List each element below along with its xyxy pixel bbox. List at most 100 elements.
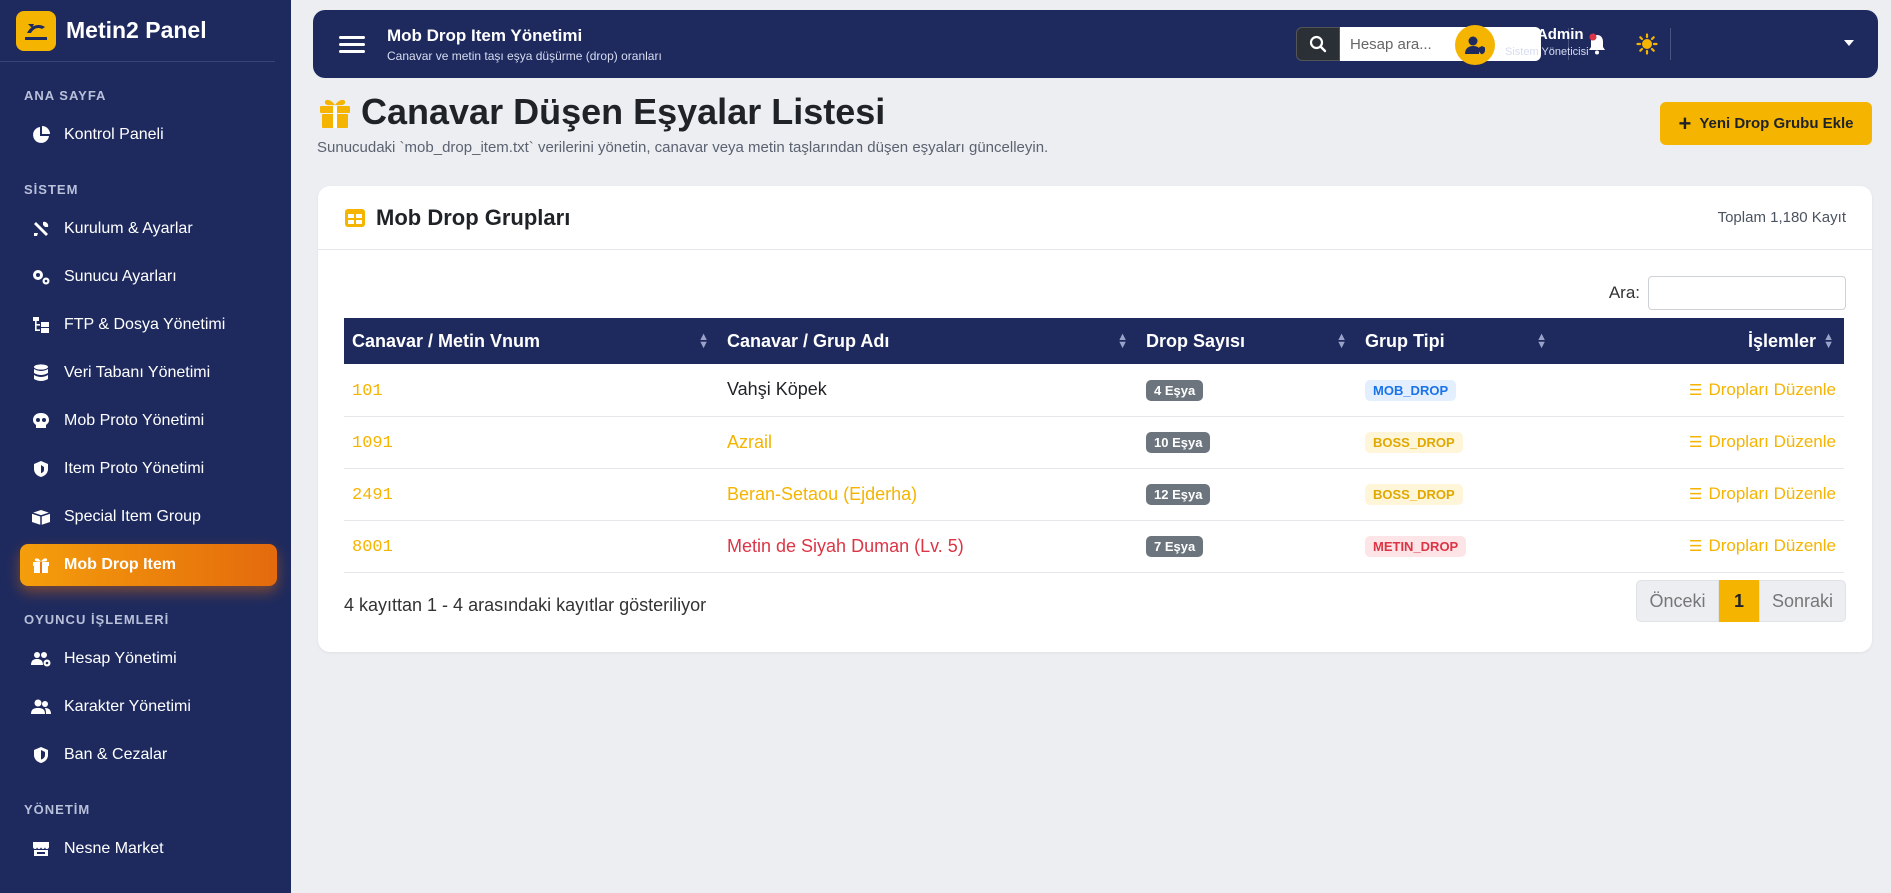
vnum: 101 [352,381,383,401]
column-header-name[interactable]: Canavar / Grup Adı ▲ ▼ [719,318,1138,364]
actions-cell: ☰ Dropları Düzenle [1557,416,1844,469]
actions-cell: ☰ Dropları Düzenle [1557,520,1844,573]
page-title: Canavar Düşen Eşyalar Listesi [361,91,886,132]
group-name: Azrail [727,431,773,452]
notification-bell-icon[interactable] [1585,32,1609,56]
name-cell: Beran-Setaou (Ejderha) [719,468,1138,521]
sidebar-item-label: Hesap Yönetimi [64,650,177,667]
skull-icon [30,410,52,432]
sidebar-item-veri-taban-y-netimi[interactable]: Veri Tabanı Yönetimi [20,352,277,394]
edit-drops-label: Dropları Düzenle [1708,432,1836,451]
store-icon [30,838,52,860]
group-type-cell: MOB_DROP [1357,364,1557,417]
drop-count-badge: 4 Eşya [1146,379,1204,401]
user-menu-caret-icon[interactable] [1844,40,1854,46]
pagination-prev[interactable]: Önceki [1636,580,1719,622]
sidebar-section-label: SİSTEM [24,182,79,197]
sidebar-item-kontrol-paneli[interactable]: Kontrol Paneli [20,114,277,156]
theme-sun-icon[interactable] [1635,32,1659,56]
sidebar-item-label: FTP & Dosya Yönetimi [64,316,226,333]
user-friends-icon [30,696,52,718]
pagination-next[interactable]: Sonraki [1759,580,1846,622]
sidebar-item-sunucu-ayarlar[interactable]: Sunucu Ayarları [20,256,277,298]
table-body: 101 Vahşi Köpek 4 Eşya MOB_DROP ☰ Dropları Dü… [344,364,1844,573]
drop-count-badge: 7 Eşya [1146,536,1204,557]
user-role: Sistem Yöneticisi [1505,46,1589,58]
sidebar-item-mob-proto-y-netimi[interactable]: Mob Proto Yönetimi [20,400,277,442]
sidebar-item-hesap-y-netimi[interactable]: Hesap Yönetimi [20,638,277,680]
name-cell: Vahşi Köpek [719,364,1138,417]
vnum-cell: 8001 [344,520,719,573]
folder-tree-icon [30,314,52,336]
search-icon[interactable] [1296,27,1340,61]
list-check-icon: ☰ [1688,434,1703,451]
user-avatar[interactable] [1455,25,1495,65]
user-name: [TL] Admin [1505,26,1584,43]
column-header-vnum[interactable]: Canavar / Metin Vnum ▲ ▼ [344,318,719,364]
vnum: 8001 [352,538,393,557]
card-title: Mob Drop Grupları [376,204,571,230]
edit-drops-link[interactable]: ☰ Dropları Düzenle [1689,432,1836,451]
sidebar-item-ban-cezalar[interactable]: Ban & Cezalar [20,734,277,776]
shield-icon [30,458,52,480]
column-header-drop-count[interactable]: Drop Sayısı ▲ ▼ [1138,318,1357,364]
drop-count-badge: 10 Eşya [1146,432,1211,453]
edit-drops-link[interactable]: ☰ Dropları Düzenle [1689,484,1836,503]
card-header: Mob Drop Grupları Toplam 1,180 Kayıt [318,186,1872,250]
sidebar-item-label: Special Item Group [64,508,201,525]
boxes-icon [30,506,52,528]
menu-toggle-icon[interactable] [339,32,365,57]
pagination-page[interactable]: 1 [1719,580,1759,622]
sidebar-item-mob-drop-item[interactable]: Mob Drop Item [20,544,277,586]
brand[interactable]: Metin2 Panel [0,0,275,62]
edit-drops-link[interactable]: ☰ Dropları Düzenle [1689,536,1836,555]
list-check-icon: ☰ [1688,381,1703,399]
list-check-icon: ☰ [1688,486,1703,503]
drop-count-cell: 10 Eşya [1138,416,1357,469]
sidebar: Metin2 Panel ANA SAYFA Kontrol Paneli SİST… [0,0,291,893]
topbar-title: Mob Drop Item Yönetimi [387,25,583,45]
sidebar-item-kurulum-ayarlar[interactable]: Kurulum & Ayarlar [20,208,277,250]
column-header-group-type[interactable]: Grup Tipi ▲ ▼ [1357,318,1557,364]
topbar: Mob Drop Item Yönetimi Canavar ve metin … [313,10,1878,78]
brand-logo-icon [16,10,56,51]
gears-icon [30,266,52,288]
sidebar-item-label: Ban & Cezalar [64,746,168,763]
topbar-heading: Mob Drop Item Yönetimi Canavar ve metin … [387,26,662,63]
pagination: Önceki 1 Sonraki [1636,580,1846,622]
group-type-badge: METIN_DROP [1365,536,1467,557]
sidebar-nav: ANA SAYFA Kontrol Paneli SİSTEM Kurulum & A… [0,88,291,870]
edit-drops-link[interactable]: ☰ Dropları Düzenle [1689,380,1836,399]
sidebar-item-special-item-group[interactable]: Special Item Group [20,496,277,538]
group-type-cell: METIN_DROP [1357,520,1557,573]
drop-count-cell: 7 Eşya [1138,520,1357,573]
group-name: Beran-Setaou (Ejderha) [727,483,918,504]
mob-drop-groups-card: Mob Drop Grupları Toplam 1,180 Kayıt Ara… [318,186,1872,652]
group-type-cell: BOSS_DROP [1357,468,1557,521]
ban-shield-icon [30,744,52,766]
name-cell: Azrail [719,416,1138,469]
column-header-actions[interactable]: İşlemler ▲ ▼ [1557,318,1844,364]
vnum: 1091 [352,434,393,453]
table-row: 101 Vahşi Köpek 4 Eşya MOB_DROP ☰ Dropları Dü… [344,364,1844,417]
sidebar-item-ftp-dosya-y-netimi[interactable]: FTP & Dosya Yönetimi [20,304,277,346]
record-count: Toplam 1,180 Kayıt [1717,209,1846,226]
add-drop-group-button[interactable]: + Yeni Drop Grubu Ekle [1660,102,1872,145]
sidebar-item-label: Mob Drop Item [64,556,176,573]
sidebar-item-item-proto-y-netimi[interactable]: Item Proto Yönetimi [20,448,277,490]
actions-cell: ☰ Dropları Düzenle [1557,364,1844,417]
sidebar-item-nesne-market[interactable]: Nesne Market [20,828,277,870]
gift-icon [320,99,350,128]
sidebar-item-label: Sunucu Ayarları [64,268,177,285]
page-description: Sunucudaki `mob_drop_item.txt` verilerin… [317,139,1049,156]
sort-icon: ▲ ▼ [1336,331,1347,351]
filter-label: Ara: [1608,283,1640,302]
group-name: Vahşi Köpek [727,379,827,400]
topbar-subtitle: Canavar ve metin taşı eşya düşürme (drop… [387,48,662,63]
drop-groups-table: Canavar / Metin Vnum ▲ ▼ Canavar / Grup Ad… [344,318,1844,573]
filter-input[interactable] [1648,276,1846,310]
plus-icon: + [1678,110,1692,136]
vnum-cell: 2491 [344,468,719,521]
group-type-cell: BOSS_DROP [1357,416,1557,469]
sidebar-item-karakter-y-netimi[interactable]: Karakter Yönetimi [20,686,277,728]
